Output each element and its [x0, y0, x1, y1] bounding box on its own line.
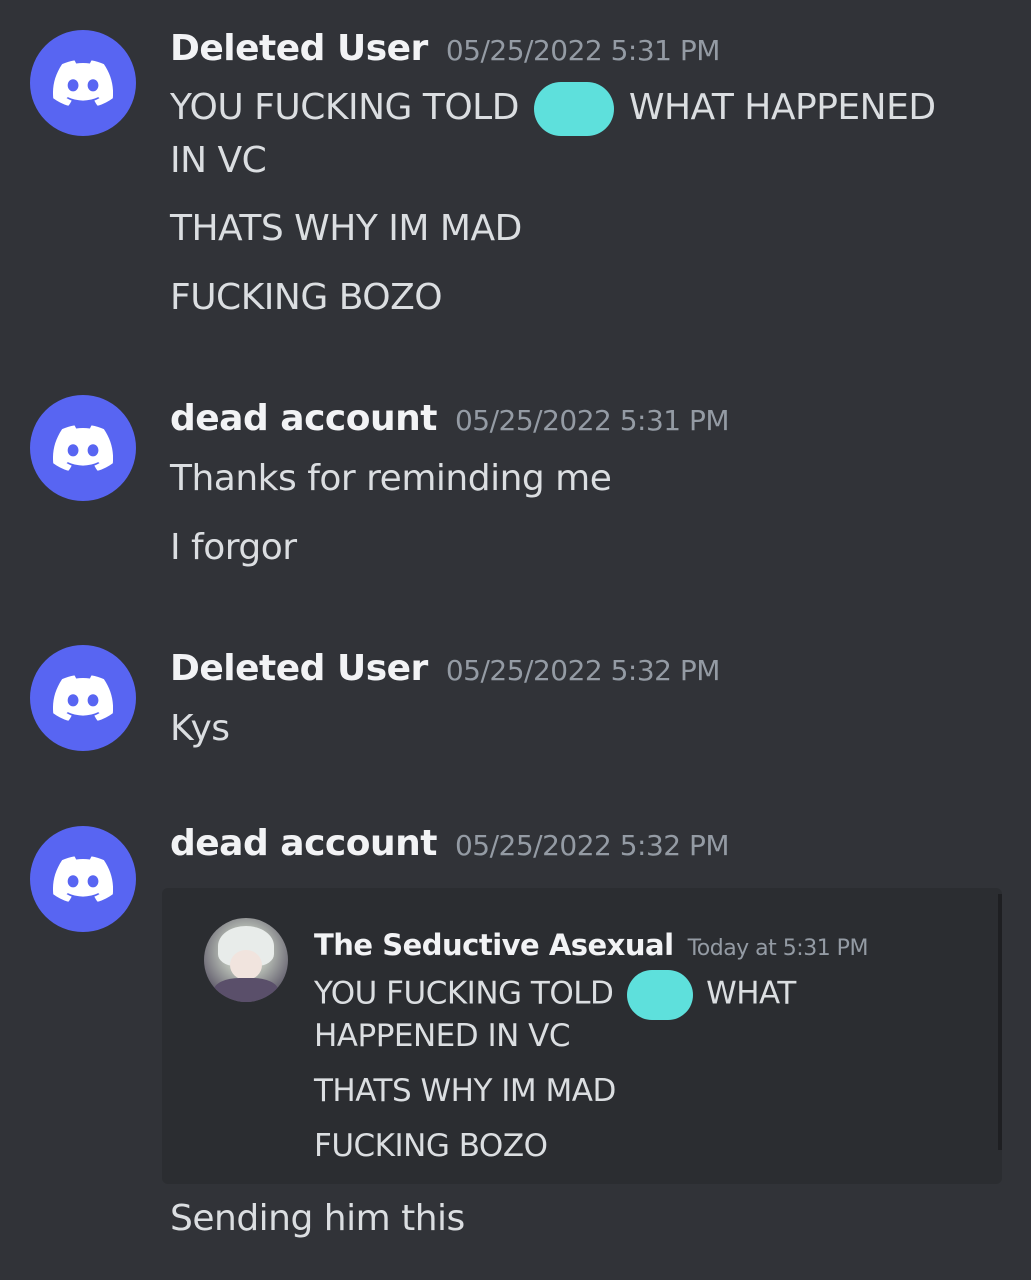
embed-text: HAPPENED IN VC [314, 1018, 571, 1054]
embed-line: YOU FUCKING TOLD WHAT [314, 970, 796, 1020]
message-line: YOU FUCKING TOLD WHAT HAPPENED [170, 82, 936, 136]
message-text: FUCKING BOZO [170, 277, 443, 318]
discord-logo-icon[interactable] [30, 395, 136, 501]
timestamp: 05/25/2022 5:32 PM [445, 654, 721, 687]
message-text: Sending him this [170, 1198, 465, 1239]
embed-header: The Seductive Asexual Today at 5:31 PM [314, 928, 868, 962]
message-text: YOU FUCKING TOLD [170, 87, 519, 128]
anime-avatar-image[interactable] [204, 918, 288, 1002]
message-header: dead account 05/25/2022 5:32 PM [170, 823, 730, 864]
discord-logo-icon[interactable] [30, 645, 136, 751]
message-header: Deleted User 05/25/2022 5:32 PM [170, 648, 720, 689]
message-text: WHAT HAPPENED [628, 87, 936, 128]
timestamp: 05/25/2022 5:31 PM [445, 34, 721, 67]
embed-text: WHAT [706, 975, 796, 1012]
embed-scrollbar[interactable] [998, 894, 1002, 1150]
redaction-blot [533, 82, 614, 136]
author-name[interactable]: dead account [170, 398, 437, 439]
discord-logo-icon[interactable] [30, 30, 136, 136]
discord-logo-icon[interactable] [30, 826, 136, 932]
embed-timestamp: Today at 5:31 PM [687, 936, 869, 961]
embed-text: THATS WHY IM MAD [314, 1073, 616, 1109]
message-text: I forgor [170, 527, 297, 568]
message-text: Thanks for reminding me [170, 458, 612, 499]
message-text: THATS WHY IM MAD [170, 208, 522, 249]
timestamp: 05/25/2022 5:31 PM [454, 404, 730, 437]
message-header: Deleted User 05/25/2022 5:31 PM [170, 28, 720, 69]
message-text: Kys [170, 708, 230, 749]
author-name[interactable]: Deleted User [170, 648, 428, 689]
timestamp: 05/25/2022 5:32 PM [454, 829, 730, 862]
embed-text: FUCKING BOZO [314, 1128, 548, 1164]
author-name[interactable]: Deleted User [170, 28, 428, 69]
embed-text: YOU FUCKING TOLD [314, 975, 614, 1012]
redaction-blot [626, 970, 693, 1020]
message-header: dead account 05/25/2022 5:31 PM [170, 398, 730, 439]
embed-author-name[interactable]: The Seductive Asexual [314, 928, 674, 962]
message-text: IN VC [170, 140, 267, 181]
author-name[interactable]: dead account [170, 823, 437, 864]
quoted-message-embed[interactable]: The Seductive Asexual Today at 5:31 PM YO… [162, 888, 1002, 1184]
